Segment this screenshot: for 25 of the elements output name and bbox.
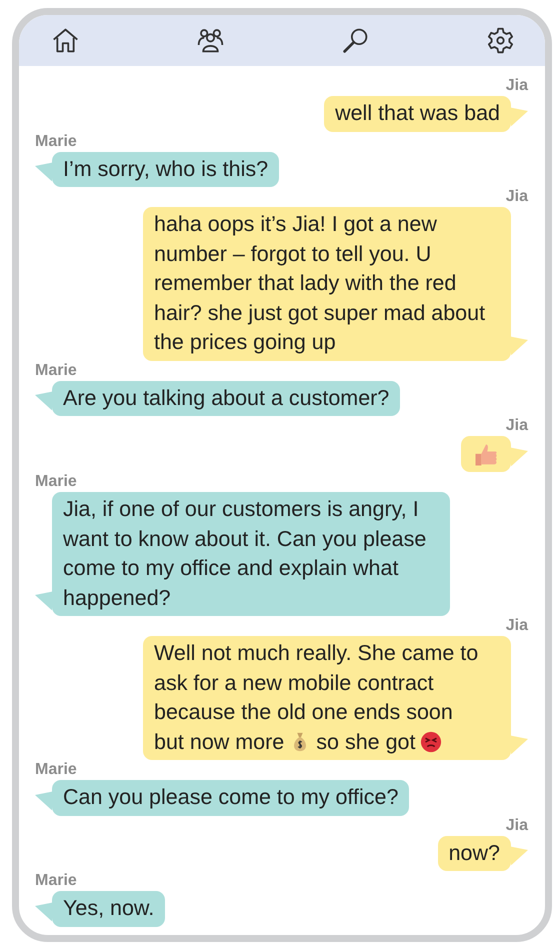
message-text: so she got — [316, 730, 416, 754]
message-text: but now more — [154, 730, 284, 754]
sender-name: Marie — [35, 360, 77, 380]
sender-name: Marie — [35, 760, 77, 780]
settings-icon[interactable] — [486, 26, 515, 55]
angry-face-icon — [420, 730, 442, 753]
search-icon[interactable] — [341, 26, 370, 55]
message-text: haha oops it’s Jia! I got a new number – forgot to tell you. U remember that lady with the red hair? she just got super mad about the prices going up — [154, 212, 486, 354]
sender-name: Jia — [506, 416, 528, 436]
message-text: Can you please come to my office? — [63, 785, 398, 810]
message-text: well that was bad — [335, 101, 500, 125]
message-text: I’m sorry, who is this? — [63, 156, 268, 180]
sender-name: Jia — [506, 616, 528, 636]
sender-name: Jia — [506, 76, 528, 96]
sender-name: Marie — [35, 871, 77, 892]
sender-name: Marie — [35, 472, 77, 492]
home-icon[interactable] — [51, 26, 80, 55]
message-text: Yes, now. — [63, 896, 154, 920]
sender-name: Jia — [506, 187, 528, 207]
sender-name: Marie — [35, 132, 77, 152]
sender-name: Jia — [506, 816, 528, 836]
people-icon[interactable] — [196, 26, 225, 55]
message-text: Are you talking about a customer? — [63, 386, 390, 410]
message-text: Jia, if one of our customers is angry, I want to know about it. Can you please come to my office and explain what happened? — [63, 497, 426, 610]
message-text: now? — [448, 840, 500, 865]
